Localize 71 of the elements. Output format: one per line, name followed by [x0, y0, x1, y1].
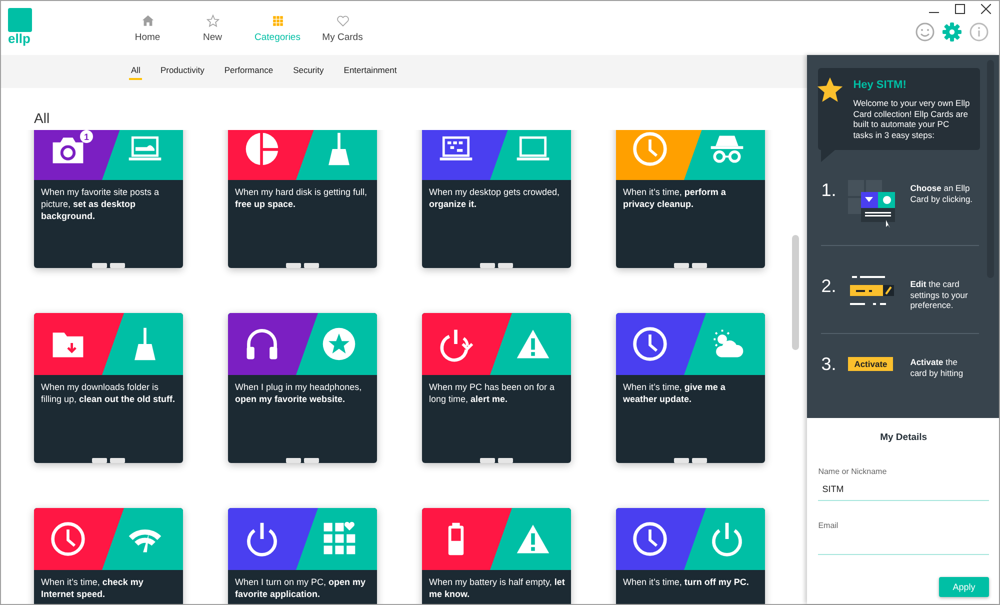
- input-field[interactable]: SITM: [818, 478, 989, 501]
- category-tab[interactable]: All: [129, 63, 142, 80]
- handle-icon: [92, 263, 125, 268]
- clock-icon: [49, 520, 88, 558]
- field-label: Name or Nickname: [818, 467, 888, 476]
- card-description: When I turn on my PC, open my favorite application.: [235, 576, 367, 600]
- clock-icon: [631, 325, 670, 363]
- category-tab[interactable]: Performance: [222, 63, 276, 80]
- card-description: When my favorite site posts a picture, set as desktop background.: [41, 186, 160, 222]
- handle-icon: [286, 458, 319, 463]
- automation-card[interactable]: When it’s time, perform a privacy cleanup.: [616, 130, 765, 268]
- automation-card[interactable]: When my hard disk is getting full, free up space.: [228, 130, 377, 268]
- card-description: When I plug in my headphones, open my favorite website.: [235, 381, 363, 405]
- card-description: When it’s time, turn off my PC.: [623, 576, 750, 588]
- automation-card[interactable]: When my battery is half empty, let me know.: [422, 508, 571, 604]
- step-text: Edit the card settings to your preference.: [910, 279, 969, 310]
- info-icon[interactable]: [969, 22, 989, 42]
- handle-icon: [480, 458, 513, 463]
- automation-card[interactable]: When it’s time, give me a weather update.: [616, 313, 765, 463]
- step-text: Choose an Ellp Card by clicking.: [910, 183, 974, 204]
- handle-icon: [480, 263, 513, 268]
- nav-tab[interactable]: Home: [115, 1, 180, 55]
- scrollbar[interactable]: [792, 235, 800, 350]
- handle-icon: [92, 458, 125, 463]
- automation-card[interactable]: When it’s time, check my Internet speed.: [34, 508, 183, 604]
- automation-card[interactable]: When I turn on my PC, open my favorite application.: [228, 508, 377, 604]
- handle-icon: [286, 263, 319, 268]
- card-description: When it’s time, perform a privacy cleanup.: [623, 186, 727, 210]
- card-description: When my downloads folder is filling up, clean out the old stuff.: [41, 381, 176, 405]
- smiley-icon[interactable]: [915, 22, 935, 42]
- automation-card[interactable]: When my downloads folder is filling up, clean out the old stuff.: [34, 313, 183, 463]
- card-description: When it’s time, give me a weather update.: [623, 381, 726, 405]
- handle-icon: [674, 263, 707, 268]
- clock-icon: [631, 520, 670, 558]
- card-description: When my PC has been on for a long time, alert me.: [429, 381, 556, 405]
- field-label: Email: [818, 521, 840, 530]
- category-tab[interactable]: Security: [291, 63, 326, 80]
- star-icon: [206, 14, 220, 28]
- automation-card[interactable]: When my desktop gets crowded, organize it.: [422, 130, 571, 268]
- settings-icon[interactable]: [942, 22, 962, 42]
- automation-card[interactable]: 1 When my favorite site posts a picture, set as desktop background.: [34, 130, 183, 268]
- maximize-icon[interactable]: [955, 4, 965, 14]
- automation-card[interactable]: When my PC has been on for a long time, alert me.: [422, 313, 571, 463]
- welcome-text: Welcome to your very own Ellp Card collection! Ellp Cards are built to automate your PC tasks in 3 easy steps:: [853, 98, 971, 140]
- step-number: 3.: [821, 354, 838, 374]
- automation-card[interactable]: When I plug in my headphones, open my favorite website.: [228, 313, 377, 463]
- step-text: Activate the card by hitting: [910, 357, 964, 378]
- card-description: When my desktop gets crowded, organize it.: [429, 186, 561, 210]
- nav-tab[interactable]: My Cards: [310, 1, 375, 55]
- panel-title: My Details: [879, 432, 928, 443]
- automation-card[interactable]: When it’s time, turn off my PC.: [616, 508, 765, 604]
- section-title: All: [34, 110, 51, 126]
- nav-tab[interactable]: New: [180, 1, 245, 55]
- home-icon: [140, 14, 154, 28]
- step-number: 1.: [821, 180, 838, 200]
- category-tab[interactable]: Productivity: [158, 63, 206, 80]
- category-tab[interactable]: Entertainment: [342, 63, 399, 80]
- step-number: 2.: [821, 276, 838, 296]
- clock-icon: [631, 130, 670, 168]
- heart-icon: [336, 14, 350, 28]
- greeting: Hey SITM!: [853, 79, 908, 91]
- handle-icon: [674, 458, 707, 463]
- close-icon[interactable]: [981, 4, 991, 14]
- grid-icon: [270, 14, 284, 28]
- card-description: When my hard disk is getting full, free up space.: [235, 186, 368, 210]
- pie-chart-icon: [243, 130, 282, 168]
- card-description: When it’s time, check my Internet speed.: [41, 576, 144, 600]
- card-description: When my battery is half empty, let me know.: [429, 576, 565, 600]
- star-icon: [816, 76, 844, 104]
- logo-text: ellp: [8, 32, 30, 45]
- logo-icon: [8, 8, 32, 32]
